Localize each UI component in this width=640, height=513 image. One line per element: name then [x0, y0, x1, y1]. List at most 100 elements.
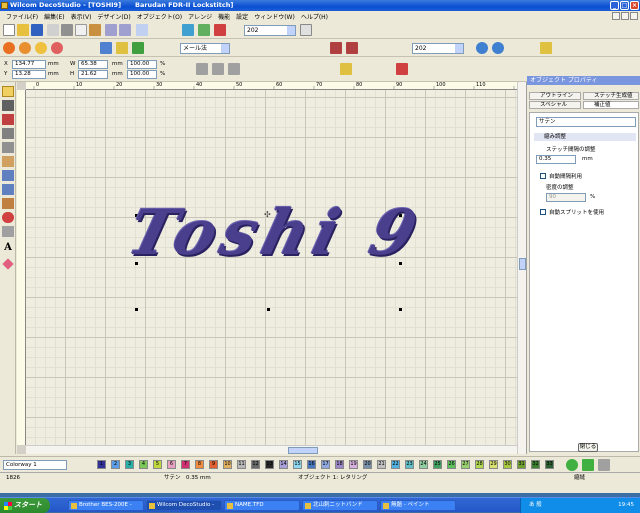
color-swatch[interactable]: 2: [111, 460, 120, 469]
horizontal-scroll-thumb[interactable]: [288, 447, 318, 454]
print-icon[interactable]: [47, 24, 59, 36]
menu-object[interactable]: オブジェクト(O): [137, 12, 182, 21]
color-swatch[interactable]: 23: [405, 460, 414, 469]
align-right-icon[interactable]: [228, 63, 240, 75]
new-icon[interactable]: [3, 24, 15, 36]
input-c-icon[interactable]: [2, 184, 14, 195]
auto-spacing-checkbox[interactable]: [540, 173, 546, 179]
w-field[interactable]: 65.38: [78, 60, 108, 69]
properties-icon[interactable]: [300, 24, 312, 36]
menu-window[interactable]: ウィンドウ(W): [254, 12, 295, 21]
lettering-icon[interactable]: A: [2, 242, 14, 253]
color-swatch[interactable]: 16: [307, 460, 316, 469]
group-icon[interactable]: [396, 63, 408, 75]
color-swatch[interactable]: 4: [139, 460, 148, 469]
align-center-icon[interactable]: [212, 63, 224, 75]
run-icon[interactable]: [2, 198, 14, 209]
undo-icon[interactable]: [105, 24, 117, 36]
menu-view[interactable]: 表示(V): [71, 12, 92, 21]
taskbar-item[interactable]: 北山刺ニットバンド: [302, 500, 378, 511]
rectangle-icon[interactable]: [2, 226, 14, 237]
menu-help[interactable]: ヘルプ(H): [301, 12, 328, 21]
applique-icon[interactable]: [116, 42, 128, 54]
vertical-scroll-thumb[interactable]: [519, 258, 526, 270]
color-swatch[interactable]: 25: [433, 460, 442, 469]
motif-icon[interactable]: [132, 42, 144, 54]
circle-icon[interactable]: [2, 212, 14, 223]
color-swatch[interactable]: 5: [153, 460, 162, 469]
zoom-combo[interactable]: 202: [412, 43, 464, 54]
color-swatch[interactable]: 13: [265, 460, 274, 469]
start-button[interactable]: スタート: [0, 498, 50, 513]
layers-icon[interactable]: [540, 42, 552, 54]
input-b-icon[interactable]: [2, 170, 14, 181]
color-swatch[interactable]: 30: [503, 460, 512, 469]
stitch-icon[interactable]: [182, 24, 194, 36]
zoom-in-icon[interactable]: [476, 42, 488, 54]
color-swatch[interactable]: 32: [531, 460, 540, 469]
taskbar-item[interactable]: 無題 - ペイント: [380, 500, 456, 511]
color-swatch[interactable]: 14: [279, 460, 288, 469]
spacing-input[interactable]: 0.35: [536, 155, 576, 164]
font-combo[interactable]: メール法: [180, 43, 230, 54]
ime-indicator[interactable]: あ 般: [529, 498, 542, 513]
color-swatch[interactable]: 1: [97, 460, 106, 469]
hoop-icon[interactable]: [346, 42, 358, 54]
color-swatch[interactable]: 20: [363, 460, 372, 469]
preview-icon[interactable]: [198, 24, 210, 36]
section-header[interactable]: 縮み調整: [534, 133, 636, 141]
y-field[interactable]: 13.28: [12, 70, 46, 79]
color-swatch[interactable]: 12: [251, 460, 260, 469]
reshape-icon[interactable]: [2, 100, 14, 111]
color-settings-icon[interactable]: [598, 459, 610, 471]
knife-icon[interactable]: [2, 128, 14, 139]
color-swatch[interactable]: 6: [167, 460, 176, 469]
selection-handle[interactable]: [399, 308, 402, 311]
satin-icon[interactable]: [3, 42, 15, 54]
color-swatch[interactable]: 26: [447, 460, 456, 469]
color-swatch[interactable]: 24: [419, 460, 428, 469]
taskbar-item[interactable]: Brother BES-200E -: [68, 500, 144, 511]
color-swatch[interactable]: 11: [237, 460, 246, 469]
color-swatch[interactable]: 7: [181, 460, 190, 469]
pen-icon[interactable]: [2, 142, 14, 153]
x-field[interactable]: 134.77: [12, 60, 46, 69]
fill-icon[interactable]: [19, 42, 31, 54]
taskbar-item[interactable]: NAME.TFD: [224, 500, 300, 511]
vertical-scrollbar[interactable]: [517, 82, 526, 454]
select-arrow-icon[interactable]: [2, 86, 14, 97]
horizontal-scrollbar[interactable]: [26, 445, 517, 454]
doc-minimize-button[interactable]: [612, 12, 620, 20]
density-input[interactable]: 90: [546, 193, 586, 202]
color-swatch[interactable]: 9: [209, 460, 218, 469]
align-left-icon[interactable]: [196, 63, 208, 75]
close-button[interactable]: ×: [630, 1, 639, 10]
color-swatch[interactable]: 18: [335, 460, 344, 469]
selection-handle[interactable]: [267, 308, 270, 311]
input-a-icon[interactable]: [2, 156, 14, 167]
open-icon[interactable]: [17, 24, 29, 36]
menu-design[interactable]: デザイン(D): [97, 12, 130, 21]
paste-icon[interactable]: [89, 24, 101, 36]
save-icon[interactable]: [31, 24, 43, 36]
menu-edit[interactable]: 編集(E): [44, 12, 64, 21]
copy-icon[interactable]: [75, 24, 87, 36]
stitch-type-select[interactable]: サテン: [536, 117, 636, 127]
stitch-count-field[interactable]: 202: [244, 25, 296, 36]
tab-outline[interactable]: アウトライン: [529, 92, 581, 100]
add-color-icon[interactable]: [566, 459, 578, 471]
maximize-button[interactable]: □: [620, 1, 629, 10]
redo-icon[interactable]: [119, 24, 131, 36]
menu-settings[interactable]: 設定: [236, 12, 248, 21]
color-swatch[interactable]: 17: [321, 460, 330, 469]
tab-compensation[interactable]: 補正値: [583, 101, 639, 109]
color-swatch[interactable]: 19: [349, 460, 358, 469]
lock-icon[interactable]: [340, 63, 352, 75]
monogram-icon[interactable]: [2, 258, 14, 270]
color-swatch[interactable]: 27: [461, 460, 470, 469]
taskbar-item[interactable]: Wilcom DecoStudio -: [146, 500, 222, 511]
stitch-edit-icon[interactable]: [2, 114, 14, 125]
menu-file[interactable]: ファイル(F): [6, 12, 38, 21]
color-swatch[interactable]: 3: [125, 460, 134, 469]
color-swatch[interactable]: 15: [293, 460, 302, 469]
